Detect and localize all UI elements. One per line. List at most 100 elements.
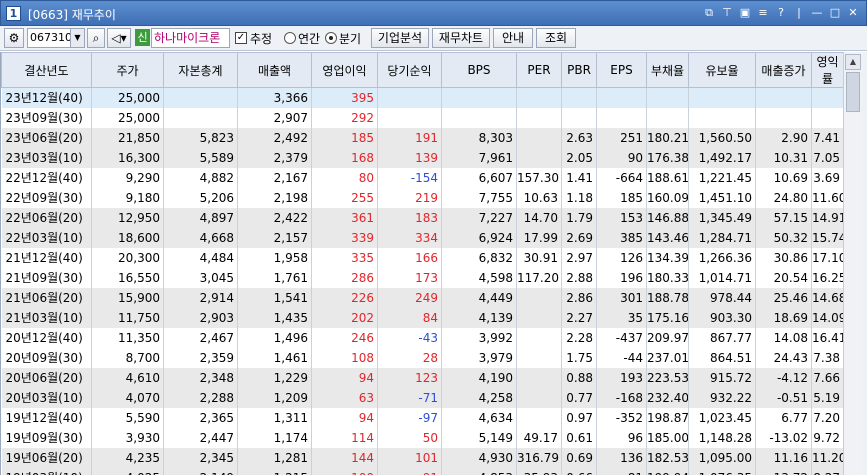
table-row[interactable]: 19년12월(40) 5,590 2,365 1,311 94 -97 4,634 0.97-…	[1, 407, 844, 428]
table-cell: 30.91	[516, 247, 562, 268]
query-button[interactable]: 조회	[536, 28, 576, 48]
table-row[interactable]: 23년03월(10) 16,300 5,589 2,379 168 139 7,961 2.0…	[1, 147, 844, 168]
column-header[interactable]: PBR	[561, 52, 597, 88]
column-header[interactable]: EPS	[596, 52, 647, 88]
table-cell: 3,366	[237, 87, 312, 108]
scroll-thumb[interactable]	[846, 72, 860, 112]
estimate-checkbox[interactable]: ✓	[235, 32, 247, 44]
table-row[interactable]: 22년06월(20) 12,950 4,897 2,422 361 183 7,227 14.…	[1, 207, 844, 228]
table-cell	[646, 87, 689, 108]
table-cell: 3,992	[441, 327, 517, 348]
table-cell	[811, 87, 844, 108]
table-cell: 1,461	[237, 347, 312, 368]
table-cell: 0.61	[561, 427, 597, 448]
link-icon[interactable]: ⧉	[702, 6, 716, 20]
table-row[interactable]: 22년03월(10) 18,600 4,668 2,157 339 334 6,924 17.…	[1, 227, 844, 248]
maximize-icon[interactable]: □	[828, 6, 842, 20]
table-cell: 63	[311, 387, 378, 408]
table-cell: 9,180	[91, 187, 164, 208]
table-row[interactable]: 23년09월(30) 25,000 2,907 292	[1, 107, 844, 128]
table-row[interactable]: 20년09월(30) 8,700 2,359 1,461 108 28 3,979 1.75-…	[1, 347, 844, 368]
column-header[interactable]: PER	[516, 52, 562, 88]
table-cell: 19년12월(40)	[1, 407, 92, 428]
column-header[interactable]: 영업이익	[311, 52, 378, 88]
search-button[interactable]: ⌕	[87, 28, 105, 48]
stock-name-field[interactable]: 하나마이크론	[151, 28, 230, 48]
table-cell: -168	[596, 387, 647, 408]
column-header[interactable]: 영익률	[811, 52, 844, 88]
table-cell	[163, 107, 238, 128]
column-header[interactable]: 결산년도	[1, 52, 92, 88]
table-cell	[811, 107, 844, 128]
table-cell: 14.91	[811, 207, 844, 228]
column-header[interactable]: 당기순익	[377, 52, 442, 88]
table-cell: 16,300	[91, 147, 164, 168]
table-cell: 18,600	[91, 227, 164, 248]
table-cell: 18.69	[755, 307, 812, 328]
table-row[interactable]: 19년03월(10)4,0252,1491,215100914,85335.93…	[1, 467, 844, 475]
table-cell: 4,610	[91, 367, 164, 388]
chevron-down-icon[interactable]: ▼	[70, 29, 84, 47]
table-cell: 28	[377, 347, 442, 368]
column-header[interactable]: 주가	[91, 52, 164, 88]
table-row[interactable]: 20년12월(40) 11,350 2,467 1,496 246 -43 3,992 2.2…	[1, 327, 844, 348]
table-row[interactable]: 21년09월(30) 16,550 3,045 1,761 286 173 4,598 117…	[1, 267, 844, 288]
company-analysis-button[interactable]: 기업분석	[371, 28, 429, 48]
help-icon[interactable]: ?	[774, 6, 788, 20]
table-row[interactable]: 19년09월(30) 3,930 2,447 1,174 114 50 5,149 49.17…	[1, 427, 844, 448]
column-header[interactable]: 부채율	[646, 52, 689, 88]
table-cell: 2,492	[237, 127, 312, 148]
annual-radio[interactable]	[284, 32, 296, 44]
table-row[interactable]: 21년12월(40) 20,300 4,484 1,958 335 166 6,832 30.…	[1, 247, 844, 268]
table-cell: 17.10	[811, 247, 844, 268]
audio-button[interactable]: ◁▾	[107, 28, 131, 48]
table-cell: 15,900	[91, 287, 164, 308]
table-row[interactable]: 20년06월(20) 4,610 2,348 1,229 94 123 4,190 0.88 1…	[1, 367, 844, 388]
column-header[interactable]: 매출액	[237, 52, 312, 88]
column-header[interactable]: 자본총계	[163, 52, 238, 88]
column-header[interactable]: 매출증가	[755, 52, 812, 88]
table-row[interactable]: 23년12월(40) 25,000 3,366 395	[1, 87, 844, 108]
table-cell: 1.75	[561, 347, 597, 368]
table-row[interactable]: 23년06월(20) 21,850 5,823 2,492 185 191 8,303 2.6…	[1, 127, 844, 148]
quarter-radio[interactable]	[325, 32, 337, 44]
column-header[interactable]: BPS	[441, 52, 517, 88]
settings-icon[interactable]: ≡	[756, 6, 770, 20]
table-row[interactable]: 19년06월(20) 4,235 2,345 1,281 144 101 4,930 316.…	[1, 447, 844, 468]
table-cell: 5,589	[163, 147, 238, 168]
table-cell: 12,950	[91, 207, 164, 228]
table-cell: 1,284.71	[688, 227, 756, 248]
table-cell: 7.66	[811, 367, 844, 388]
table-cell: 7,755	[441, 187, 517, 208]
scroll-up-icon[interactable]: ▲	[845, 54, 861, 70]
table-row[interactable]: 20년03월(10) 4,070 2,288 1,209 63 -71 4,258 0.77-…	[1, 387, 844, 408]
table-row[interactable]: 22년12월(40) 9,290 4,882 2,167 80 -154 6,607 157.…	[1, 167, 844, 188]
stock-code-input[interactable]: 067310 ▼	[27, 28, 85, 48]
table-cell: 1,014.71	[688, 267, 756, 288]
table-cell: 223.53	[646, 367, 689, 388]
finance-chart-button[interactable]: 재무차트	[432, 28, 490, 48]
minimize-icon[interactable]: —	[810, 6, 824, 20]
table-cell: 339	[311, 227, 378, 248]
table-cell: 2,914	[163, 287, 238, 308]
table-row[interactable]: 21년06월(20) 15,900 2,914 1,541 226 249 4,449 2.8…	[1, 287, 844, 308]
gear-button[interactable]: ⚙	[4, 28, 24, 48]
screenshot-icon[interactable]: ▣	[738, 6, 752, 20]
table-cell: -71	[377, 387, 442, 408]
table-cell: 10.69	[755, 167, 812, 188]
table-cell: 7.41	[811, 127, 844, 148]
column-header[interactable]: 유보율	[688, 52, 756, 88]
table-row[interactable]: 21년03월(10) 11,750 2,903 1,435 202 84 4,139 2.27…	[1, 307, 844, 328]
table-cell: 2,379	[237, 147, 312, 168]
table-cell: 1,435	[237, 307, 312, 328]
table-cell: 50.32	[755, 227, 812, 248]
table-cell: 1,148.28	[688, 427, 756, 448]
table-cell	[441, 87, 517, 108]
guide-button[interactable]: 안내	[493, 28, 533, 48]
table-cell: 1,209	[237, 387, 312, 408]
close-icon[interactable]: ✕	[846, 6, 860, 20]
table-row[interactable]: 22년09월(30) 9,180 5,206 2,198 255 219 7,755 10.6…	[1, 187, 844, 208]
pin-icon[interactable]: ⊤	[720, 6, 734, 20]
table-cell: 4,882	[163, 167, 238, 188]
vertical-scrollbar[interactable]: ▲	[843, 52, 861, 475]
